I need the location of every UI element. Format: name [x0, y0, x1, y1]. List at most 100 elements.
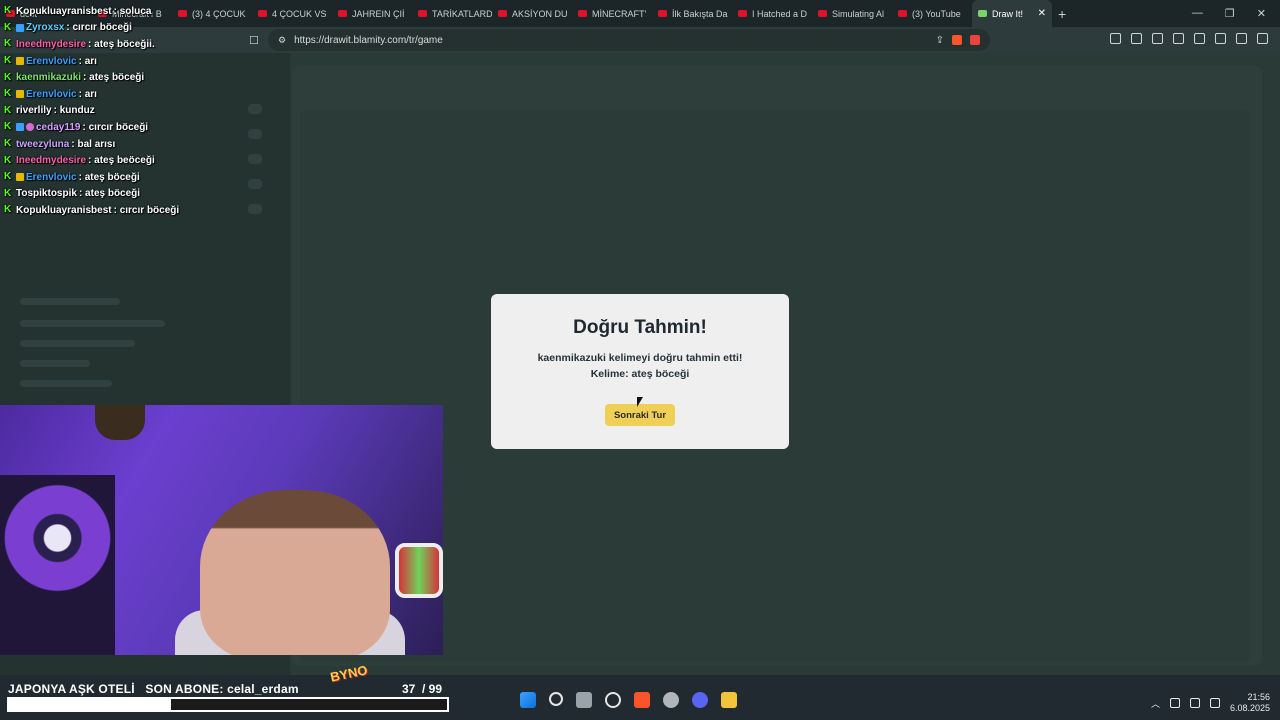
microphone-icon[interactable]	[1169, 698, 1180, 708]
kick-badge-icon: K	[4, 121, 12, 133]
youtube-favicon-icon	[498, 10, 507, 17]
brave-shield-icon[interactable]	[952, 35, 962, 45]
subscriber-badge-icon	[16, 57, 24, 66]
chat-text: : ateş beöceği	[88, 155, 155, 167]
goal-counter: 37 / 99	[402, 682, 443, 696]
share-icon[interactable]: ⇪	[936, 35, 944, 46]
screen: dest Minecraft'ı B (3) 4 ÇOCUK 4 ÇOCUK VS JA…	[0, 0, 1280, 720]
browser-tab[interactable]: Simulating Al	[812, 0, 892, 27]
dialog-message: kaenmikazuki kelimeyi doğru tahmin etti!…	[537, 352, 743, 380]
tab-label: JAHREIN ÇIİ	[352, 8, 405, 19]
kick-badge-icon: K	[4, 204, 12, 216]
chat-username: riverlily	[16, 105, 52, 117]
clock[interactable]: 21:56 6.08.2025	[1230, 692, 1270, 714]
chat-text: : cırcır böceği	[113, 204, 180, 216]
sidebar-icon[interactable]	[1173, 33, 1184, 44]
url-field[interactable]: ⚙ https://drawit.blamity.com/tr/game ⇪	[268, 29, 990, 51]
stream-ticker: JAPONYA AŞK OTELİ SON ABONE: celal_erdam	[8, 682, 299, 696]
kick-badge-icon: K	[4, 187, 12, 199]
next-round-button[interactable]: Sonraki Tur	[605, 404, 675, 426]
face-shape	[200, 490, 390, 655]
chat-username: tweezyluna	[16, 138, 70, 150]
chat-message: K Ineedmydesire: ateş beöceği	[4, 152, 284, 169]
chat-text: : arı	[78, 88, 97, 100]
youtube-favicon-icon	[898, 10, 907, 17]
chat-message: Kriverlily: kunduz	[4, 103, 284, 120]
blurred-row	[20, 340, 135, 347]
file-explorer-icon[interactable]	[721, 692, 737, 708]
chatgpt-icon[interactable]	[605, 692, 621, 708]
leo-icon[interactable]	[1215, 33, 1226, 44]
clock-time: 21:56	[1247, 692, 1270, 702]
wallet-icon[interactable]	[1194, 33, 1205, 44]
chat-username: Erenvlovic	[26, 171, 77, 183]
youtube-favicon-icon	[738, 10, 747, 17]
discord-icon[interactable]	[692, 692, 708, 708]
chevron-up-icon[interactable]: ︿	[1151, 697, 1160, 710]
vpn-icon[interactable]	[1236, 33, 1247, 44]
network-icon[interactable]	[1189, 698, 1200, 708]
search-icon[interactable]	[549, 692, 563, 706]
tab-label: AKSİYON DU	[512, 8, 568, 19]
chat-message: K Zyroxsx: cırcır böceği	[4, 20, 284, 37]
badge-icon	[26, 123, 34, 132]
browser-tab[interactable]: JAHREIN ÇIİ	[332, 0, 412, 27]
browser-tab[interactable]: MİNECRAFT'	[572, 0, 652, 27]
tab-label: I Hatched a D	[752, 8, 808, 19]
kick-badge-icon: K	[4, 154, 12, 166]
chat-message: K Erenvlovic: arı	[4, 86, 284, 103]
tab-label: Simulating Al	[832, 8, 885, 19]
chat-text: : ateş böceği	[78, 188, 141, 200]
minimize-icon[interactable]: —	[1192, 7, 1203, 20]
chat-username: ceday119	[36, 121, 81, 133]
window-controls: — ❐ ✕	[1192, 7, 1280, 20]
volume-icon[interactable]	[1209, 698, 1220, 708]
windows-start-icon[interactable]	[520, 692, 536, 708]
chat-username: Kopukluayranisbest	[16, 204, 112, 216]
chat-text: : cırcır böceği	[82, 121, 149, 133]
chat-username: kaenmikazuki	[16, 72, 82, 84]
chat-username: Erenvlovic	[26, 88, 77, 100]
clock-date: 6.08.2025	[1229, 703, 1270, 713]
youtube-favicon-icon	[418, 10, 427, 17]
kick-badge-icon: K	[4, 55, 12, 67]
chat-message: Ktweezyluna: bal arısı	[4, 136, 284, 153]
task-view-icon[interactable]	[576, 692, 592, 708]
dialog-title: Doğru Tahmin!	[573, 317, 707, 338]
chat-text: : cırcır böceği	[66, 22, 132, 34]
chat-text: : arı	[78, 55, 97, 67]
extensions-icon[interactable]	[1110, 33, 1121, 44]
taskbar	[520, 692, 737, 708]
blurred-row	[20, 320, 165, 327]
brave-rewards-icon[interactable]	[970, 35, 980, 45]
menu-icon[interactable]	[1257, 33, 1268, 44]
close-window-icon[interactable]: ✕	[1257, 7, 1266, 20]
chrome-icon[interactable]	[663, 692, 679, 708]
browser-tab[interactable]: Draw It! ✕	[972, 0, 1052, 27]
brave-browser-icon[interactable]	[634, 692, 650, 708]
chat-message: K Kopukluayranisbest: soluca	[4, 3, 284, 20]
new-tab-button[interactable]: +	[1058, 6, 1066, 22]
chat-text: : ateş böceği	[78, 171, 140, 183]
maximize-icon[interactable]: ❐	[1225, 7, 1235, 20]
chat-username: Tospiktospik	[16, 188, 77, 200]
tab-label: (3) YouTube	[912, 8, 961, 19]
chat-message: K Kopukluayranisbest: cırcır böceği	[4, 202, 284, 219]
media-icon[interactable]	[1152, 33, 1163, 44]
browser-tab[interactable]: I Hatched a D	[732, 0, 812, 27]
kick-badge-icon: K	[4, 71, 12, 83]
browser-tab[interactable]: TARİKATLARD	[412, 0, 492, 27]
browser-tab[interactable]: AKSİYON DU	[492, 0, 572, 27]
browser-tab[interactable]: İlk Bakışta Da	[652, 0, 732, 27]
url-text[interactable]: https://drawit.blamity.com/tr/game	[294, 35, 928, 46]
screenshot-icon[interactable]	[1131, 33, 1142, 44]
mouse-cursor-icon	[637, 397, 643, 407]
chat-username: Ineedmydesire	[16, 155, 87, 167]
youtube-favicon-icon	[818, 10, 827, 17]
close-tab-icon[interactable]: ✕	[1038, 8, 1046, 19]
badge-icon	[16, 123, 24, 132]
browser-tab[interactable]: (3) YouTube	[892, 0, 972, 27]
chat-message: K Erenvlovic: ateş böceği	[4, 169, 284, 186]
lamp-shape	[95, 405, 145, 440]
youtube-favicon-icon	[658, 10, 667, 17]
